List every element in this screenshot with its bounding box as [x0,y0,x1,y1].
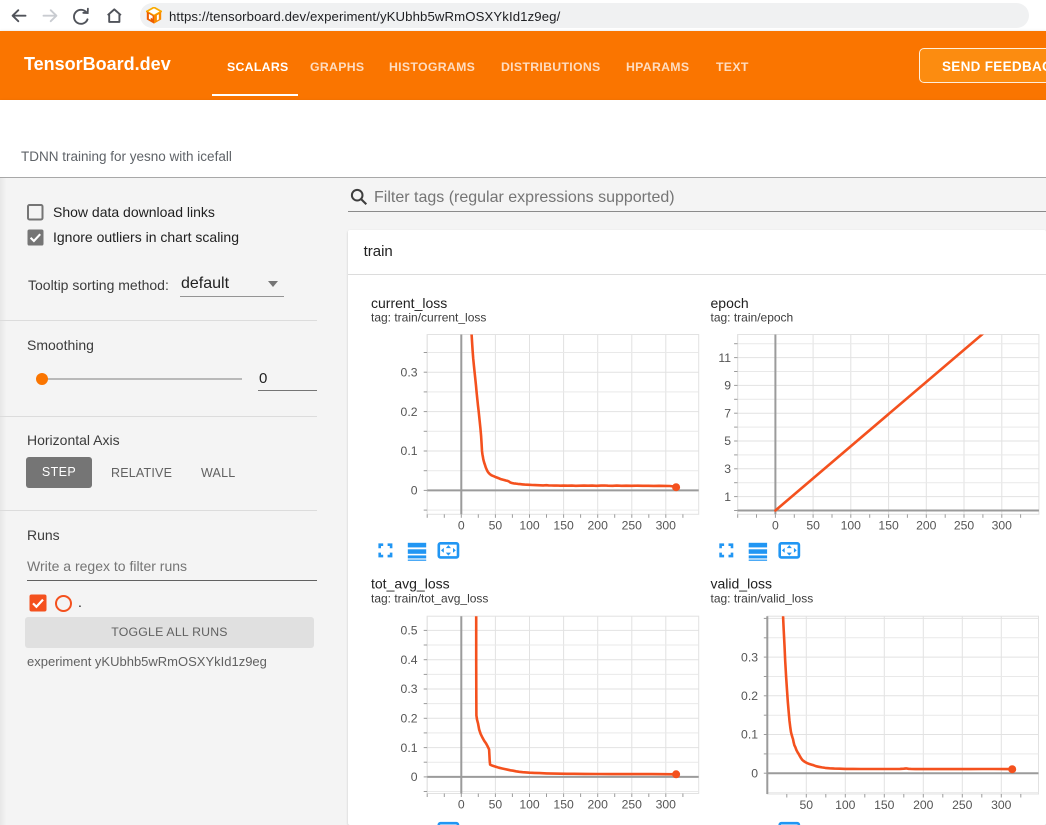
svg-text:0.2: 0.2 [401,712,418,726]
svg-text:100: 100 [835,798,856,812]
svg-text:150: 150 [553,519,574,533]
svg-text:250: 250 [954,519,975,533]
svg-text:0.2: 0.2 [741,689,758,703]
svg-text:0.1: 0.1 [741,728,758,742]
svg-text:0: 0 [772,519,779,533]
svg-text:50: 50 [800,798,814,812]
svg-text:0: 0 [751,766,758,780]
svg-text:250: 250 [622,519,643,533]
svg-text:0: 0 [411,770,418,784]
svg-text:11: 11 [718,351,731,365]
svg-text:200: 200 [588,519,609,533]
svg-text:0: 0 [411,484,418,498]
svg-text:150: 150 [553,798,574,812]
svg-text:0.3: 0.3 [401,365,418,379]
svg-text:tag: train/current_loss: tag: train/current_loss [371,310,486,324]
svg-text:50: 50 [489,798,503,812]
svg-text:0.1: 0.1 [401,444,418,458]
svg-text:epoch: epoch [711,295,749,311]
svg-text:0.1: 0.1 [401,741,418,755]
svg-text:valid_loss: valid_loss [711,575,772,591]
svg-text:200: 200 [588,798,609,812]
svg-text:tag: train/valid_loss: tag: train/valid_loss [711,591,814,605]
svg-text:250: 250 [952,798,973,812]
svg-text:100: 100 [519,519,540,533]
svg-text:50: 50 [489,519,503,533]
svg-text:1: 1 [724,490,731,504]
svg-text:7: 7 [724,406,731,420]
svg-text:250: 250 [622,798,643,812]
svg-text:3: 3 [724,462,731,476]
svg-text:300: 300 [656,519,677,533]
svg-text:300: 300 [991,798,1012,812]
svg-text:tag: train/epoch: tag: train/epoch [711,310,794,324]
svg-text:300: 300 [992,519,1013,533]
svg-text:50: 50 [806,519,820,533]
svg-text:0.3: 0.3 [741,650,758,664]
svg-text:tag: train/tot_avg_loss: tag: train/tot_avg_loss [371,591,488,605]
svg-text:0.3: 0.3 [401,682,418,696]
svg-text:tot_avg_loss: tot_avg_loss [371,575,450,591]
svg-text:100: 100 [519,798,540,812]
svg-text:0.4: 0.4 [401,653,418,667]
svg-text:300: 300 [656,798,677,812]
svg-text:0.2: 0.2 [401,405,418,419]
svg-text:0: 0 [458,798,465,812]
svg-text:200: 200 [916,519,937,533]
svg-text:0.5: 0.5 [401,624,418,638]
svg-text:5: 5 [724,434,731,448]
svg-text:0: 0 [458,519,465,533]
svg-text:150: 150 [874,798,895,812]
svg-text:current_loss: current_loss [371,295,447,311]
svg-text:100: 100 [841,519,862,533]
svg-text:200: 200 [913,798,934,812]
svg-text:9: 9 [724,379,731,393]
svg-text:150: 150 [878,519,899,533]
